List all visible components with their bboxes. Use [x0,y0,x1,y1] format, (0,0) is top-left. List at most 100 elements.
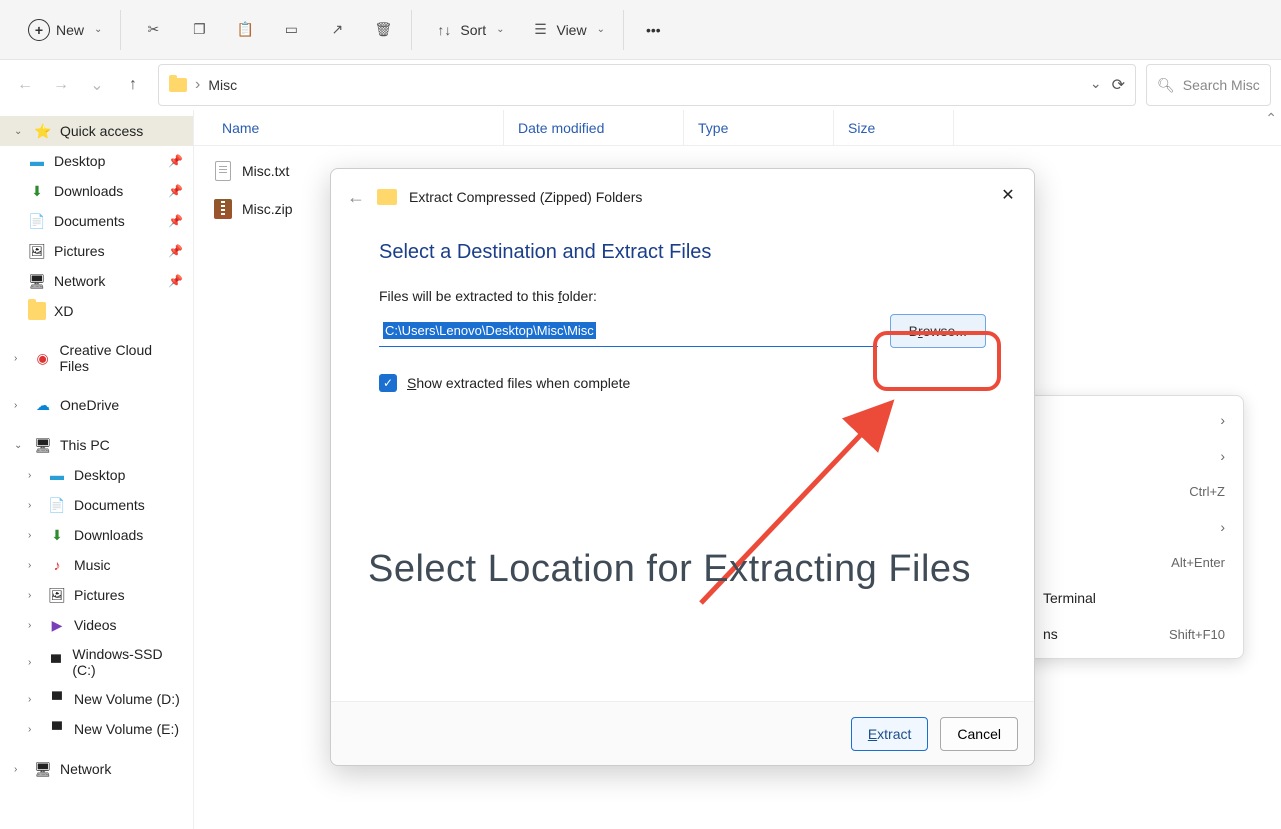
chevron-right-icon: › [1220,412,1225,428]
scroll-up-icon[interactable]: ⌃ [1265,110,1277,127]
col-size[interactable]: Size [834,110,954,145]
clipboard-group: ✂ ❐ 📋 ▭ ↗ 🗑 [125,10,412,50]
sidebar-drive-e[interactable]: ›▀New Volume (E:) [0,714,193,744]
checkbox-label: Show extracted files when complete [407,375,630,391]
pc-icon: 🖥 [34,436,52,454]
sidebar-onedrive[interactable]: ›☁OneDrive [0,390,193,420]
new-group: + New ⌄ [10,10,121,50]
sidebar-pictures[interactable]: 🖼Pictures📌 [0,236,193,266]
rename-icon: ▭ [281,20,301,40]
checkbox-checked-icon[interactable]: ✓ [379,374,397,392]
delete-icon: 🗑 [373,20,393,40]
sidebar-pc-documents[interactable]: ›📄Documents [0,490,193,520]
extract-dialog: ← Extract Compressed (Zipped) Folders ✕ … [330,168,1035,766]
sidebar-drive-d[interactable]: ›▀New Volume (D:) [0,684,193,714]
more-group: ••• [628,10,679,50]
cancel-button[interactable]: Cancel [940,717,1018,751]
sidebar-downloads[interactable]: ⬇Downloads📌 [0,176,193,206]
ctx-item[interactable]: › [1025,438,1243,474]
desktop-icon: ▬ [28,152,46,170]
sidebar-documents[interactable]: 📄Documents📌 [0,206,193,236]
sidebar-pc-desktop[interactable]: ›▬Desktop [0,460,193,490]
paste-button[interactable]: 📋 [225,14,265,46]
nav-buttons: ← → ⌄ ↑ [10,70,148,100]
view-button[interactable]: ☰ View ⌄ [520,14,614,46]
forward-button[interactable]: → [46,70,76,100]
sidebar-desktop[interactable]: ▬Desktop📌 [0,146,193,176]
destination-path-input[interactable]: C:\Users\Lenovo\Desktop\Misc\Misc [379,316,878,347]
sidebar-this-pc[interactable]: ⌄🖥This PC [0,430,193,460]
dialog-title: Extract Compressed (Zipped) Folders [409,189,642,205]
up-button[interactable]: ↑ [118,70,148,100]
sidebar-pc-pictures[interactable]: ›🖼Pictures [0,580,193,610]
videos-icon: ▶ [48,616,66,634]
sidebar-creative[interactable]: ›◉Creative Cloud Files [0,336,193,380]
dialog-header: ← Extract Compressed (Zipped) Folders ✕ [331,169,1034,225]
pin-icon: 📌 [168,274,183,288]
more-button[interactable]: ••• [636,16,671,44]
path-label: Files will be extracted to this folder: [379,288,986,304]
sort-label: Sort [460,22,486,38]
sidebar-network[interactable]: ›🖥Network [0,754,193,784]
ctx-item-terminal[interactable]: Terminal [1025,580,1243,616]
annotation-text: Select Location for Extracting Files [368,548,971,591]
col-name[interactable]: Name [194,110,504,145]
chevron-down-icon[interactable]: ⌄ [1090,75,1102,95]
sidebar-network-pin[interactable]: 🖥Network📌 [0,266,193,296]
download-icon: ⬇ [28,182,46,200]
arrange-group: ↑↓ Sort ⌄ ☰ View ⌄ [416,10,624,50]
onedrive-icon: ☁ [34,396,52,414]
txt-file-icon [214,160,232,182]
sidebar-pc-videos[interactable]: ›▶Videos [0,610,193,640]
pin-icon: 📌 [168,244,183,258]
search-icon: 🔍︎ [1157,77,1175,94]
dialog-back-button[interactable]: ← [347,187,365,208]
recent-dropdown[interactable]: ⌄ [82,70,112,100]
sort-icon: ↑↓ [434,20,454,40]
search-placeholder: Search Misc [1183,77,1260,93]
refresh-button[interactable]: ⟳ [1112,75,1125,95]
network-icon: 🖥 [28,272,46,290]
share-button[interactable]: ↗ [317,14,357,46]
search-box[interactable]: 🔍︎ Search Misc [1146,64,1271,106]
breadcrumb[interactable]: Misc [208,77,237,93]
delete-button[interactable]: 🗑 [363,14,403,46]
new-button[interactable]: + New ⌄ [18,13,112,47]
cut-icon: ✂ [143,20,163,40]
sidebar-pc-music[interactable]: ›♪Music [0,550,193,580]
breadcrumb-sep: › [195,76,200,94]
rename-button[interactable]: ▭ [271,14,311,46]
file-name: Misc.txt [242,163,289,179]
sidebar-pc-downloads[interactable]: ›⬇Downloads [0,520,193,550]
extract-button[interactable]: Extract [851,717,929,751]
ctx-item[interactable]: › [1025,402,1243,438]
close-button[interactable]: ✕ [996,183,1020,207]
pictures-icon: 🖼 [48,586,66,604]
network-icon: 🖥 [34,760,52,778]
address-bar[interactable]: › Misc ⌄ ⟳ [158,64,1136,106]
sort-button[interactable]: ↑↓ Sort ⌄ [424,14,514,46]
file-name: Misc.zip [242,201,293,217]
ctx-item[interactable]: › [1025,509,1243,545]
document-icon: 📄 [48,496,66,514]
desktop-icon: ▬ [48,466,66,484]
ctx-item-undo[interactable]: Ctrl+Z [1025,474,1243,509]
ctx-item-properties[interactable]: Alt+Enter [1025,545,1243,580]
chevron-down-icon: ⌄ [94,24,102,35]
creative-cloud-icon: ◉ [34,349,52,367]
col-type[interactable]: Type [684,110,834,145]
copy-button[interactable]: ❐ [179,14,219,46]
back-button[interactable]: ← [10,70,40,100]
col-date[interactable]: Date modified [504,110,684,145]
cut-button[interactable]: ✂ [133,14,173,46]
sidebar-drive-c[interactable]: ›▀Windows-SSD (C:) [0,640,193,684]
ctx-item-more-options[interactable]: nsShift+F10 [1025,616,1243,652]
drive-icon: ▀ [47,653,64,671]
sidebar-quick-access[interactable]: ⌄⭐Quick access [0,116,193,146]
sidebar-xd[interactable]: XD [0,296,193,326]
context-menu: › › Ctrl+Z › Alt+Enter Terminal nsShift+… [1024,395,1244,659]
dialog-heading: Select a Destination and Extract Files [379,241,986,264]
pin-icon: 📌 [168,184,183,198]
annotation-highlight [873,331,1001,391]
chevron-down-icon: ⌄ [496,24,504,35]
